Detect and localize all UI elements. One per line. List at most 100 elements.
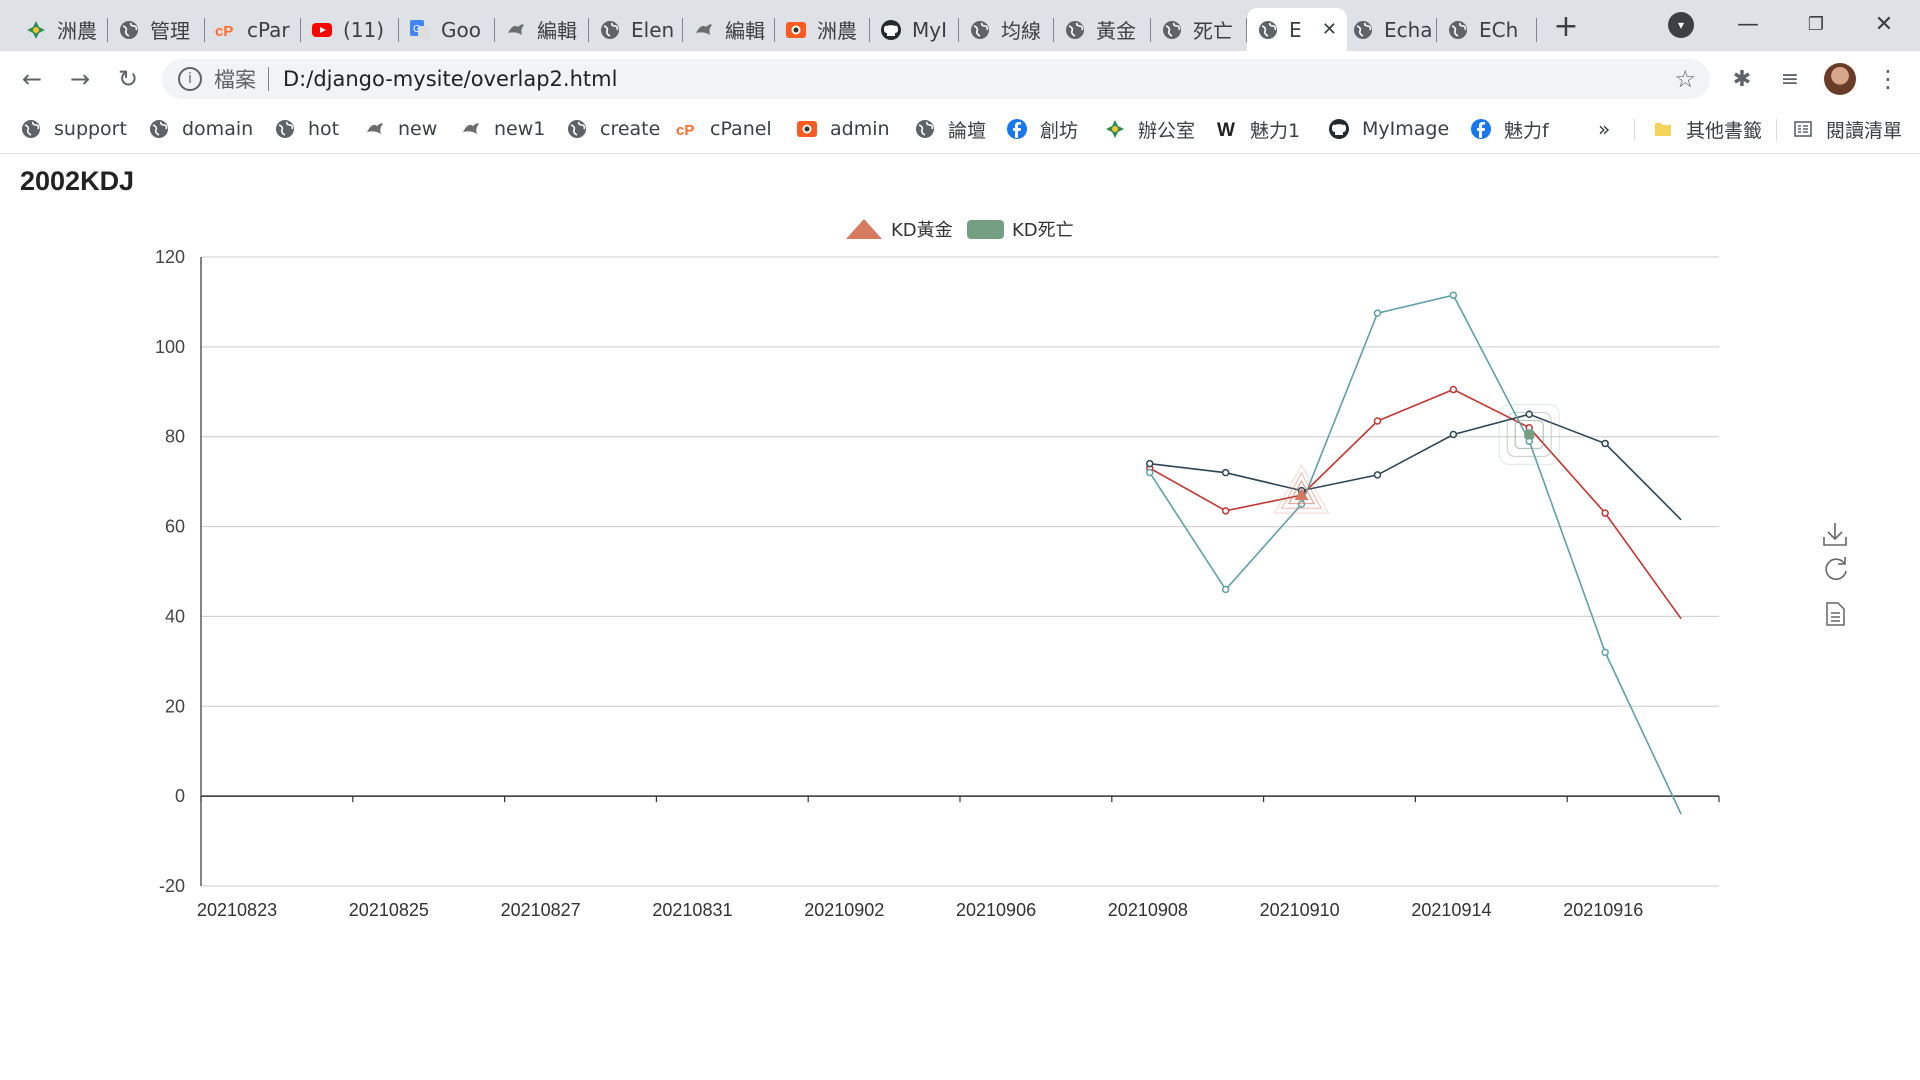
browser-tab[interactable]: 黃金 [1054,8,1151,51]
bookmark-item[interactable]: MyImage [1328,114,1449,144]
bookmark-label: cPanel [710,118,772,140]
facebook-icon [1006,118,1028,140]
avatar[interactable] [1824,63,1856,95]
bookmark-item[interactable]: support [20,114,127,144]
site-info-icon[interactable]: i [178,67,202,91]
browser-tab[interactable]: (11) [301,8,399,51]
close-window-icon[interactable]: ✕ [1864,8,1904,40]
bookmark-item[interactable]: 魅力f [1470,114,1549,144]
globe-icon [20,118,42,140]
bird-logo-icon [364,118,386,140]
browser-tab[interactable]: G Goo [399,8,495,51]
globe-icon [1257,19,1279,41]
globe-icon [1447,19,1469,41]
address-divider [268,67,269,91]
tab-search-icon[interactable]: ▾ [1668,12,1694,38]
bookmark-item[interactable]: 辦公室 [1104,114,1195,144]
bookmark-label: new [398,118,438,140]
bookmark-item[interactable]: admin [796,114,890,144]
bookmark-item[interactable]: new [364,114,437,144]
bookmark-item[interactable]: cP cPanel [676,114,772,144]
folder-icon [1652,118,1674,140]
bookmark-item[interactable]: 論壇 [914,114,986,144]
tab-label: ECh [1479,17,1519,42]
globe-icon [274,118,296,140]
restore-icon[interactable]: ❐ [1796,8,1836,40]
browser-tab[interactable]: MyI [870,8,959,51]
bookmarks-separator [1776,119,1777,141]
browser-tab[interactable]: Echa [1342,8,1437,51]
data-view-icon[interactable] [1826,602,1845,626]
bookmark-label: new1 [494,118,546,140]
bookmark-item[interactable]: hot [274,114,339,144]
x-tick-label: 20210831 [652,900,732,920]
refresh-icon[interactable] [1825,557,1847,580]
bookmark-label: 魅力1 [1250,119,1301,142]
bookmark-item[interactable]: 創坊 [1006,114,1078,144]
bookmark-item[interactable]: new1 [460,114,545,144]
bookmark-item[interactable]: domain [148,114,253,144]
bookmark-label: admin [830,118,890,140]
reload-icon[interactable]: ↻ [110,61,146,97]
x-tick-label: 20210908 [1108,900,1188,920]
minimize-icon[interactable]: — [1728,8,1768,40]
globe-icon [914,118,936,140]
browser-tab[interactable]: 洲農 [15,8,108,51]
data-point [1449,385,1458,394]
github-icon [880,19,902,41]
x-tick-label: 20210914 [1411,900,1491,920]
y-tick-label: 120 [155,247,185,267]
close-tab-icon[interactable]: ✕ [1322,19,1337,40]
tab-label: E [1289,17,1302,42]
browser-tab[interactable]: cP cPar [205,8,301,51]
data-point [1601,648,1609,657]
address-scheme: 檔案 [214,68,256,92]
legend-item[interactable]: KD死亡 [967,220,1074,241]
data-view-glyph [1826,602,1845,626]
x-tick-label: 20210825 [349,900,429,920]
legend-item[interactable]: KD黃金 [846,219,953,241]
browser-tab[interactable]: 編輯 [495,8,589,51]
y-tick-label: -20 [159,876,185,896]
bookmark-item[interactable]: create [566,114,660,144]
forward-icon[interactable]: → [62,61,98,97]
tab-active[interactable]: E ✕ [1247,8,1347,51]
legend-label: KD黃金 [891,220,953,241]
bookmark-label: support [54,118,127,140]
tab-label: MyI [912,17,947,42]
bookmark-star-icon[interactable]: ☆ [1674,65,1696,93]
download-icon[interactable] [1823,523,1847,546]
reading-list-button[interactable]: 閱讀清單 [1792,114,1902,144]
browser-tab[interactable]: 均線 [959,8,1054,51]
extensions-icon[interactable]: ✱ [1724,61,1760,97]
x-tick-label: 20210910 [1260,900,1340,920]
bookmarks-separator [1634,119,1635,141]
bird-logo-icon [460,118,482,140]
y-tick-label: 60 [165,517,185,537]
browser-tab[interactable]: 管理 [108,8,205,51]
other-bookmarks-button[interactable]: 其他書籤 [1652,114,1762,144]
bookmark-item[interactable]: W 魅力1 [1216,114,1300,144]
browser-tab[interactable]: ECh [1437,8,1537,51]
browser-tab[interactable]: 死亡 [1151,8,1247,51]
bookmarks-overflow-button[interactable]: » [1598,114,1610,144]
browser-tab[interactable]: Elen [589,8,683,51]
tab-label: Echa [1384,17,1433,42]
leaf-logo-icon [25,19,47,41]
bookmark-label: domain [182,118,254,140]
browser-tab[interactable]: 編輯 [683,8,775,51]
legend-triangle-icon [846,219,882,239]
tab-label: 黃金 [1096,19,1136,43]
svg-text:W: W [1217,120,1235,140]
download-glyph [1823,523,1847,546]
browser-tab[interactable]: 洲農 [775,8,870,51]
address-bar[interactable]: i 檔案 D:/django-mysite/overlap2.html ☆ [162,59,1710,99]
back-icon[interactable]: ← [14,61,50,97]
media-control-icon[interactable]: ≡ [1772,61,1808,97]
tab-label: Goo [441,17,481,42]
menu-icon[interactable]: ⋮ [1870,61,1906,97]
svg-text:cP: cP [676,122,694,139]
tab-label: Elen [631,17,675,42]
new-tab-button[interactable]: + [1550,8,1582,44]
y-tick-label: 0 [175,786,185,806]
